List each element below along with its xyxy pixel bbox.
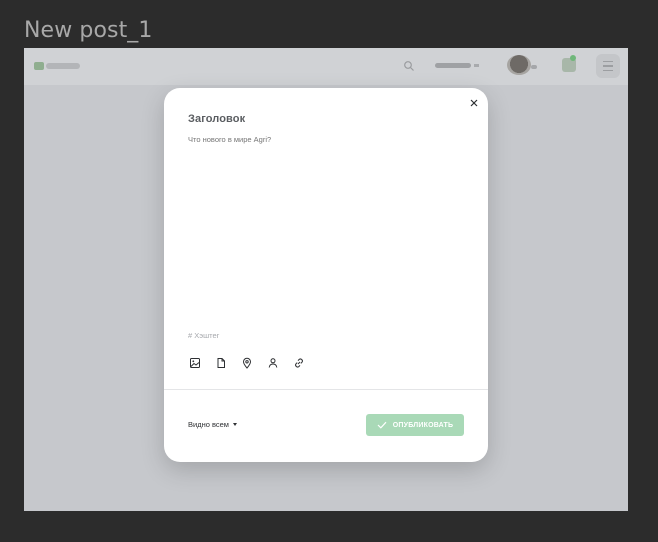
- post-title-input[interactable]: Заголовок: [188, 113, 245, 125]
- hamburger-icon[interactable]: [596, 54, 620, 78]
- new-post-modal: Заголовок # Хэштег Видно всем: [164, 88, 488, 462]
- hashtag-input[interactable]: # Хэштег: [188, 331, 219, 340]
- top-bar: [24, 48, 628, 85]
- publish-label: ОПУБЛИКОВАТЬ: [392, 421, 454, 429]
- link-icon[interactable]: [292, 356, 306, 370]
- avatar-status-dot: [531, 65, 537, 69]
- attachment-toolbar: [188, 356, 306, 370]
- app-logo[interactable]: [34, 60, 82, 72]
- visibility-dropdown[interactable]: Видно всем: [188, 420, 237, 429]
- publish-button[interactable]: ОПУБЛИКОВАТЬ: [366, 414, 464, 436]
- close-icon[interactable]: [468, 97, 480, 109]
- person-icon[interactable]: [266, 356, 280, 370]
- app-screen: Заголовок # Хэштег Видно всем: [24, 48, 628, 511]
- notification-badge: [570, 55, 576, 61]
- location-icon[interactable]: [240, 356, 254, 370]
- file-icon[interactable]: [214, 356, 228, 370]
- chevron-down-icon: [474, 64, 479, 67]
- search-icon[interactable]: [403, 60, 415, 72]
- user-menu[interactable]: [435, 61, 479, 70]
- post-body-input[interactable]: [188, 135, 464, 315]
- logo-wordmark: [46, 63, 80, 69]
- avatar[interactable]: [507, 55, 531, 75]
- image-icon[interactable]: [188, 356, 202, 370]
- visibility-label: Видно всем: [188, 420, 229, 429]
- modal-divider: [164, 389, 488, 390]
- logo-mark: [34, 62, 44, 70]
- frame-title: New post_1: [24, 18, 153, 43]
- caret-down-icon: [232, 423, 237, 426]
- user-name-redacted: [435, 63, 471, 68]
- check-icon: [377, 421, 387, 429]
